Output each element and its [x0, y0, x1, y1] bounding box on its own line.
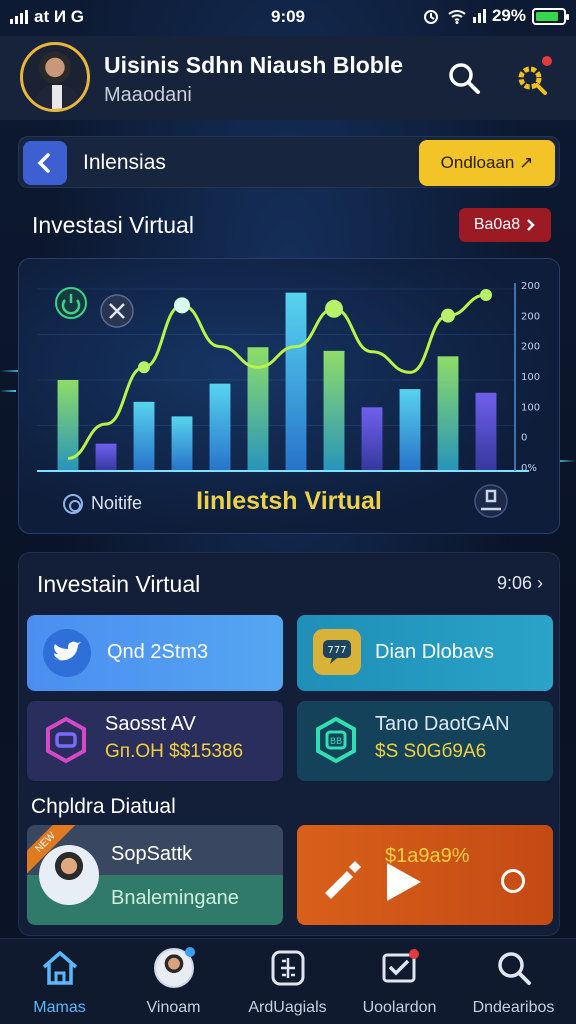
y-tick-label: 0% [521, 463, 537, 474]
user-name: Uisinis Sdhn Niaush Bloble [104, 52, 404, 78]
svg-text:777: 777 [327, 645, 346, 656]
chart-point [325, 299, 343, 318]
promo-card-right[interactable]: $1а9а9% [297, 825, 553, 925]
profile-header: Uisinis Sdhn Niaush Bloble Maaodani [0, 36, 576, 120]
checklist-icon [379, 947, 421, 989]
light-streak [0, 390, 16, 392]
tab-label: Uoolardon [362, 999, 437, 1016]
chart-footer-title: Iinlestsh Virtual [196, 487, 382, 515]
tile-dian[interactable]: 777 Dian Dlobavs [297, 615, 553, 691]
chart-point [441, 308, 455, 323]
chart-point [480, 289, 492, 301]
wifi-icon [448, 10, 466, 24]
chart-bar [171, 416, 193, 471]
close-icon[interactable] [100, 294, 134, 328]
back-button[interactable] [23, 141, 67, 185]
svg-text:BB: BB [330, 737, 342, 747]
investment-panel: Investain Virtual 9:06 › Qnd 2Stm3 777 D… [18, 552, 560, 936]
tab-label: ArdUagials [248, 999, 327, 1016]
promo-title: SopSattk [111, 843, 193, 865]
search-button[interactable] [444, 58, 484, 98]
section-nav: Inlensias Ondloaan ↗ [18, 136, 560, 188]
chevron-right-icon: › [537, 573, 543, 593]
tab-search[interactable]: Dndearibos [456, 939, 571, 1024]
nav-title: Inlensias [83, 151, 166, 174]
panel-subtitle: Chpldra Diatual [31, 795, 176, 818]
search-icon [449, 63, 480, 94]
tab-profile[interactable]: Vinoam [116, 939, 231, 1024]
chart-bar [475, 392, 497, 471]
tab-home[interactable]: Mamas [2, 939, 117, 1024]
tab-label: Vinoam [146, 999, 201, 1016]
tile-value: $S S0Gб9А6 [375, 741, 487, 762]
record-icon[interactable] [501, 869, 525, 893]
chip-icon: BB [311, 715, 361, 765]
chart-bar [133, 401, 155, 471]
chart-bar [323, 350, 345, 471]
cell-signal-icon [472, 9, 486, 23]
chart-bar [399, 389, 421, 471]
play-icon[interactable] [383, 859, 425, 905]
chart-bar [95, 443, 117, 471]
chevron-left-icon [37, 153, 50, 173]
panel-meta-link[interactable]: 9:06 › [497, 573, 543, 594]
tile-tano[interactable]: BB Tano DaotGAN $S S0Gб9А6 [297, 701, 553, 781]
tile-label: Saosst AV [105, 713, 196, 735]
chart-bar [285, 292, 307, 471]
notification-dot [542, 56, 552, 66]
badge-label: Ba0a8 [473, 216, 521, 233]
profile-icon [153, 947, 195, 989]
promo-button-label: Bnalemingane [111, 887, 239, 909]
y-tick-label: 100 [521, 372, 540, 383]
promo-card-left[interactable]: NEW SopSattk Bnalemingane [27, 825, 283, 925]
status-bar: at И G 9:09 2⁨9% [0, 0, 576, 34]
settings-button[interactable] [512, 56, 552, 98]
bottom-tab-bar: Mamas Vinoam ArdUagials Uoolardon Dndear… [0, 938, 576, 1024]
y-tick-label: 200 [521, 281, 540, 292]
chat-icon: 777 [313, 629, 361, 675]
tab-label: Mamas [33, 999, 86, 1016]
alarm-icon [423, 10, 438, 24]
chart-card: 200 200 200 100 100 0 0% Noitife Iinlestsh Vir… [18, 258, 560, 534]
tab-checklist[interactable]: Uoolardon [342, 939, 457, 1024]
tile-qnd[interactable]: Qnd 2Stm3 [27, 615, 283, 691]
chevron-right-icon [527, 219, 535, 231]
chart-point [138, 361, 150, 374]
tile-label: Tano DaotGAN [375, 713, 510, 735]
avatar[interactable] [20, 42, 90, 112]
search-icon [493, 947, 535, 989]
section-badge-button[interactable]: Ba0a8 [459, 208, 551, 242]
panel-title: Investain Virtual [37, 571, 201, 597]
section-title: Investasi Virtual [32, 212, 194, 238]
y-tick-label: 200 [521, 311, 540, 322]
wallet-icon [41, 715, 91, 765]
chart-bar [209, 383, 231, 471]
tile-value: Gп.ОН $$15386 [105, 741, 244, 762]
tab-label: Dndearibos [472, 999, 555, 1016]
chart-point [174, 297, 190, 314]
tile-saosst[interactable]: Saosst AV Gп.ОН $$15386 [27, 701, 283, 781]
y-tick-label: 200 [521, 342, 540, 353]
panel-meta: 9:06 [496, 573, 532, 593]
download-button[interactable]: Ondloaan ↗ [419, 140, 555, 186]
chart-bar [437, 356, 459, 471]
tile-label: Dian Dlobavs [375, 641, 494, 663]
calculator-icon [267, 947, 309, 989]
bird-icon [43, 629, 91, 677]
chart-bar [361, 407, 383, 471]
battery-icon [532, 7, 569, 25]
brush-icon [315, 853, 367, 905]
power-icon[interactable] [55, 287, 87, 319]
battery-percent: 2⁨9% [491, 6, 526, 25]
tile-label: Qnd 2Stm3 [107, 641, 209, 663]
y-tick-label: 0 [521, 433, 527, 444]
home-icon [39, 947, 81, 989]
y-tick-label: 100 [521, 402, 540, 413]
user-subtitle: Maaodani [104, 84, 192, 106]
promo-avatar [39, 845, 99, 905]
tab-calculator[interactable]: ArdUagials [230, 939, 345, 1024]
